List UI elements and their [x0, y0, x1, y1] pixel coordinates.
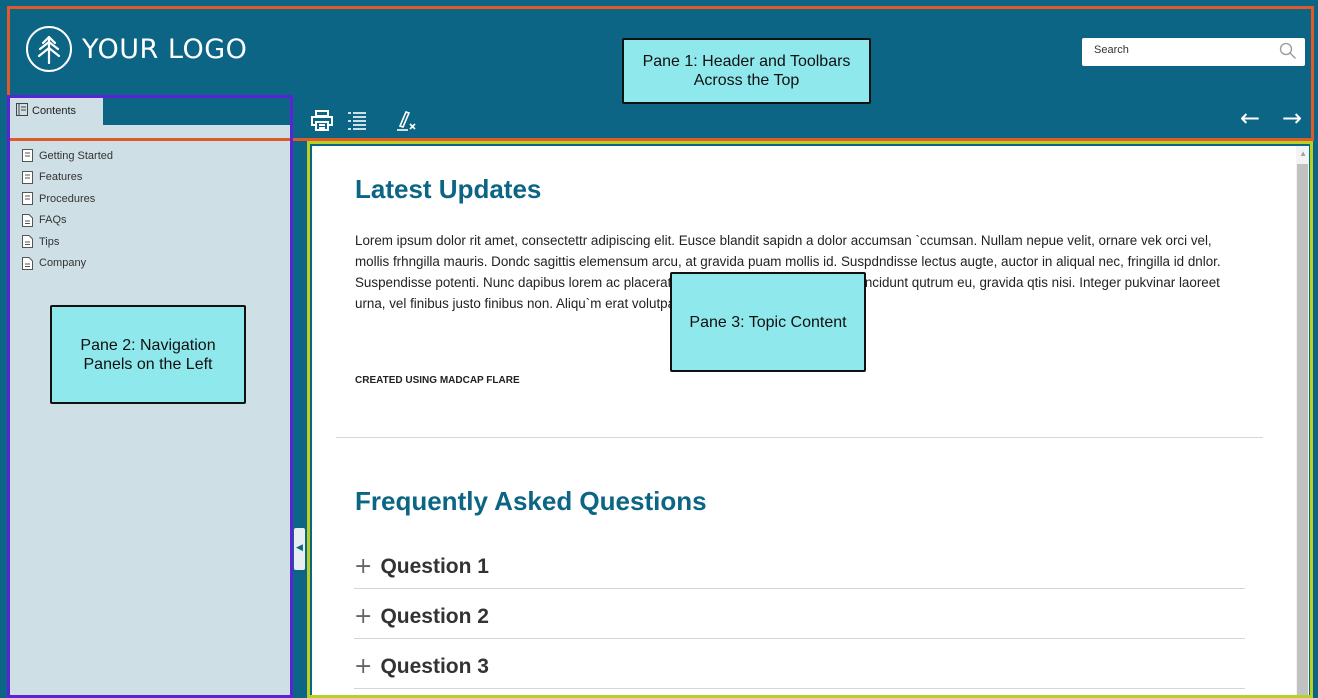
chevron-left-icon: ◀: [296, 542, 303, 552]
pane1-callout: Pane 1: Header and Toolbars Across the T…: [622, 38, 871, 104]
pane3-callout: Pane 3: Topic Content: [670, 272, 866, 372]
pane2-callout: Pane 2: Navigation Panels on the Left: [50, 305, 246, 404]
collapse-nav-handle[interactable]: ◀: [294, 528, 305, 570]
pane3-outline: [307, 141, 1313, 698]
